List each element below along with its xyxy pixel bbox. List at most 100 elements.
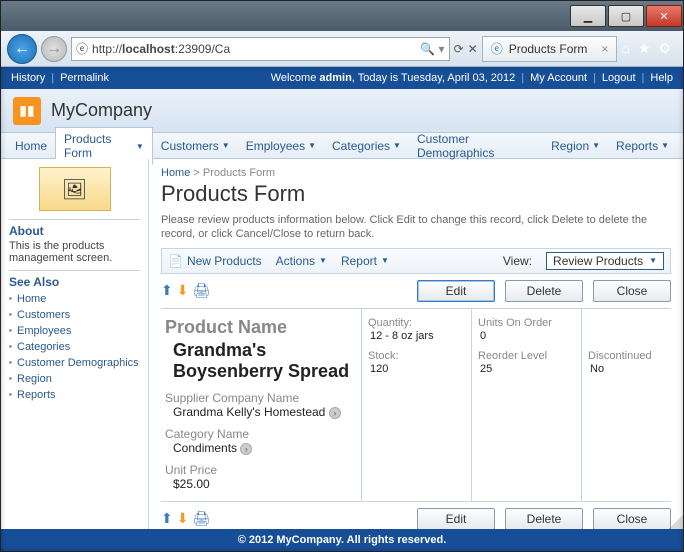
chevron-down-icon: ▼ xyxy=(136,142,144,151)
toolbar-actions[interactable]: Actions▼ xyxy=(276,254,327,268)
refresh-icon[interactable]: ⟳ xyxy=(454,42,464,56)
welcome-text: Welcome admin, Today is Tuesday, April 0… xyxy=(271,72,516,84)
page-instructions: Please review products information below… xyxy=(161,213,671,242)
sidebar-seealso-heading: See Also xyxy=(9,270,140,289)
supplier-label: Supplier Company Name xyxy=(165,391,351,405)
new-icon: 📄 xyxy=(168,254,183,268)
ie-page-icon: ⓔ xyxy=(491,40,503,57)
close-button[interactable]: Close xyxy=(593,280,671,302)
sidebar-link-employees[interactable]: Employees xyxy=(9,323,140,339)
view-label: View: xyxy=(503,254,532,268)
home-icon[interactable]: ⌂ xyxy=(621,40,629,57)
help-link[interactable]: Help xyxy=(650,72,673,84)
menu-home[interactable]: Home xyxy=(7,135,55,157)
units-on-order-value: 0 xyxy=(480,330,575,342)
sidebar-link-region[interactable]: Region xyxy=(9,371,140,387)
breadcrumb-home[interactable]: Home xyxy=(161,167,190,179)
company-logo: ▮▮ xyxy=(13,97,41,125)
company-name: MyCompany xyxy=(51,100,152,121)
sidebar-about-text: This is the products management screen. xyxy=(9,240,140,264)
tab-close-icon[interactable]: × xyxy=(601,42,608,56)
record-next-icon[interactable]: ⬇ xyxy=(177,282,189,299)
toolbar-new[interactable]: 📄New Products xyxy=(168,254,262,268)
main-content: Home > Products Form Products Form Pleas… xyxy=(149,159,683,529)
window-minimize-button[interactable]: ▁ xyxy=(570,5,606,27)
quantity-value: 12 - 8 oz jars xyxy=(370,330,465,342)
lookup-icon[interactable]: › xyxy=(240,443,252,455)
menu-customers[interactable]: Customers▼ xyxy=(153,135,238,157)
main-menu: Home Products Form▼ Customers▼ Employees… xyxy=(1,133,683,159)
sidebar-link-customers[interactable]: Customers xyxy=(9,307,140,323)
window-titlebar: ▁ ▢ ✕ xyxy=(1,1,683,31)
record-prev-icon[interactable]: ⬆ xyxy=(161,510,173,527)
view-selector[interactable]: Review Products▼ xyxy=(546,252,664,270)
stop-icon[interactable]: ✕ xyxy=(468,42,478,56)
quantity-label: Quantity: xyxy=(368,317,465,329)
ie-icon: ⓔ xyxy=(76,40,88,57)
menu-employees[interactable]: Employees▼ xyxy=(238,135,324,157)
delete-button[interactable]: Delete xyxy=(505,508,583,529)
record-panel: Product Name Grandma's Boysenberry Sprea… xyxy=(161,308,671,502)
print-icon[interactable]: 🖨 xyxy=(192,510,210,527)
edit-button[interactable]: Edit xyxy=(417,280,495,302)
search-icon[interactable]: 🔍 ▾ xyxy=(420,42,444,56)
product-name-value: Grandma's Boysenberry Spread xyxy=(173,340,351,383)
nav-forward-button[interactable]: → xyxy=(41,36,67,62)
logout-link[interactable]: Logout xyxy=(602,72,636,84)
nav-back-button[interactable]: ← xyxy=(7,34,37,64)
url-rest: :23909/Ca xyxy=(175,42,230,56)
sidebar: 🖼 About This is the products management … xyxy=(1,159,149,529)
breadcrumb-current: Products Form xyxy=(203,167,275,179)
toolbar-report[interactable]: Report▼ xyxy=(341,254,389,268)
units-on-order-label: Units On Order xyxy=(478,317,575,329)
history-link[interactable]: History xyxy=(11,72,45,84)
close-button[interactable]: Close xyxy=(593,508,671,529)
menu-categories[interactable]: Categories▼ xyxy=(324,135,409,157)
record-nav-top: ⬆ ⬇ 🖨 Edit Delete Close xyxy=(161,274,671,308)
window-close-button[interactable]: ✕ xyxy=(646,5,682,27)
menu-region[interactable]: Region▼ xyxy=(543,135,608,157)
tab-title: Products Form xyxy=(509,42,588,56)
reorder-level-label: Reorder Level xyxy=(478,350,575,362)
discontinued-value: No xyxy=(590,363,665,375)
permalink-link[interactable]: Permalink xyxy=(60,72,109,84)
record-next-icon[interactable]: ⬇ xyxy=(177,510,189,527)
url-host: localhost xyxy=(122,42,175,56)
resize-gripper-icon[interactable] xyxy=(669,515,683,529)
unit-price-value: $25.00 xyxy=(173,477,351,491)
browser-tools: ⌂ ★ ⚙ xyxy=(621,40,677,57)
edit-button[interactable]: Edit xyxy=(417,508,495,529)
lookup-icon[interactable]: › xyxy=(329,407,341,419)
sidebar-link-categories[interactable]: Categories xyxy=(9,339,140,355)
address-bar[interactable]: ⓔ http://localhost:23909/Ca 🔍 ▾ xyxy=(71,37,450,61)
favorites-icon[interactable]: ★ xyxy=(638,40,651,57)
discontinued-label: Discontinued xyxy=(588,350,665,362)
page-footer: © 2012 MyCompany. All rights reserved. xyxy=(1,529,683,551)
sidebar-about-heading: About xyxy=(9,219,140,238)
sidebar-links: Home Customers Employees Categories Cust… xyxy=(9,291,140,403)
sidebar-link-customer-demographics[interactable]: Customer Demographics xyxy=(9,355,140,371)
delete-button[interactable]: Delete xyxy=(505,280,583,302)
app-utility-bar: History | Permalink Welcome admin, Today… xyxy=(1,67,683,89)
record-prev-icon[interactable]: ⬆ xyxy=(161,282,173,299)
sidebar-link-home[interactable]: Home xyxy=(9,291,140,307)
tab-strip: ⓔ Products Form × xyxy=(482,36,618,62)
breadcrumb-sep: > xyxy=(193,167,199,179)
reorder-level-value: 25 xyxy=(480,363,575,375)
my-account-link[interactable]: My Account xyxy=(530,72,587,84)
menu-reports[interactable]: Reports▼ xyxy=(608,135,677,157)
window-maximize-button[interactable]: ▢ xyxy=(608,5,644,27)
record-toolbar: 📄New Products Actions▼ Report▼ View: Rev… xyxy=(161,248,671,274)
tab-products-form[interactable]: ⓔ Products Form × xyxy=(482,36,618,62)
category-value: Condiments › xyxy=(173,441,351,455)
sidebar-link-reports[interactable]: Reports xyxy=(9,387,140,403)
product-name-label: Product Name xyxy=(165,317,351,338)
stock-value: 120 xyxy=(370,363,465,375)
settings-icon[interactable]: ⚙ xyxy=(658,40,671,57)
url-prefix: http:// xyxy=(92,42,122,56)
print-icon[interactable]: 🖨 xyxy=(192,282,210,299)
stock-label: Stock: xyxy=(368,350,465,362)
record-nav-bottom: ⬆ ⬇ 🖨 Edit Delete Close xyxy=(161,502,671,529)
sidebar-icon: 🖼 xyxy=(39,167,111,211)
browser-navbar: ← → ⓔ http://localhost:23909/Ca 🔍 ▾ ⟳ ✕ … xyxy=(1,31,683,67)
